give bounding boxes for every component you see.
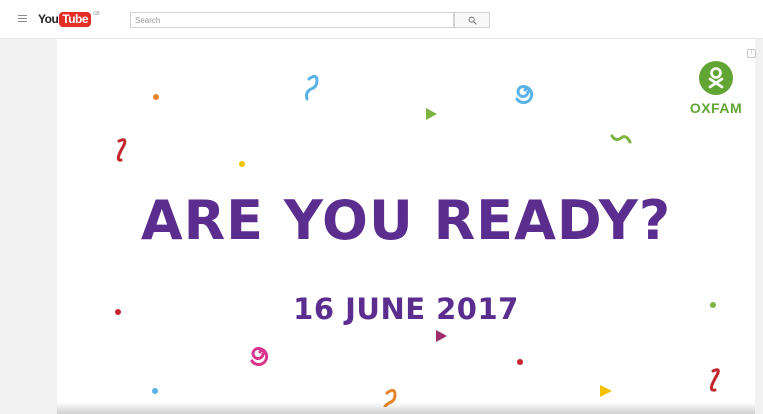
- left-gutter: [0, 39, 57, 414]
- video-headline: ARE YOU READY?: [140, 189, 672, 252]
- search-input[interactable]: [130, 12, 454, 28]
- event-date: 16 JUNE 2017: [293, 292, 519, 326]
- logo-tube-text: Tube: [59, 11, 92, 27]
- masthead: You Tube GB: [0, 0, 763, 39]
- confetti-triangle: [426, 108, 437, 120]
- logo-region-text: GB: [93, 11, 100, 17]
- hamburger-menu-icon[interactable]: [18, 15, 27, 22]
- confetti-dot: [153, 94, 159, 100]
- confetti-spiral: [250, 347, 269, 366]
- confetti-triangle: [436, 330, 447, 342]
- youtube-page: You Tube GB Search i OXFAM ARE YOU READY…: [0, 0, 763, 414]
- youtube-logo[interactable]: You Tube GB: [38, 11, 100, 27]
- confetti-squiggle: [610, 134, 632, 144]
- confetti-dot: [517, 359, 523, 365]
- confetti-triangle: [600, 385, 612, 397]
- right-gutter: [755, 39, 763, 414]
- confetti-dot: [152, 388, 158, 394]
- oxfam-logo-icon: [699, 61, 733, 95]
- magnifier-icon: [468, 16, 477, 25]
- confetti-dot: [239, 161, 245, 167]
- video-player[interactable]: i OXFAM ARE YOU READY? 16 JUNE 2017: [57, 39, 756, 407]
- confetti-squiggle: [116, 138, 127, 162]
- confetti-spiral: [515, 85, 534, 104]
- search-button[interactable]: [454, 12, 490, 28]
- oxfam-logo: OXFAM: [683, 61, 749, 116]
- confetti-squiggle: [305, 74, 319, 101]
- info-icon[interactable]: i: [747, 49, 756, 58]
- confetti-squiggle: [709, 368, 720, 392]
- oxfam-wordmark: OXFAM: [689, 100, 743, 116]
- player-bottom-shadow: [57, 402, 755, 414]
- logo-you-text: You: [38, 12, 59, 26]
